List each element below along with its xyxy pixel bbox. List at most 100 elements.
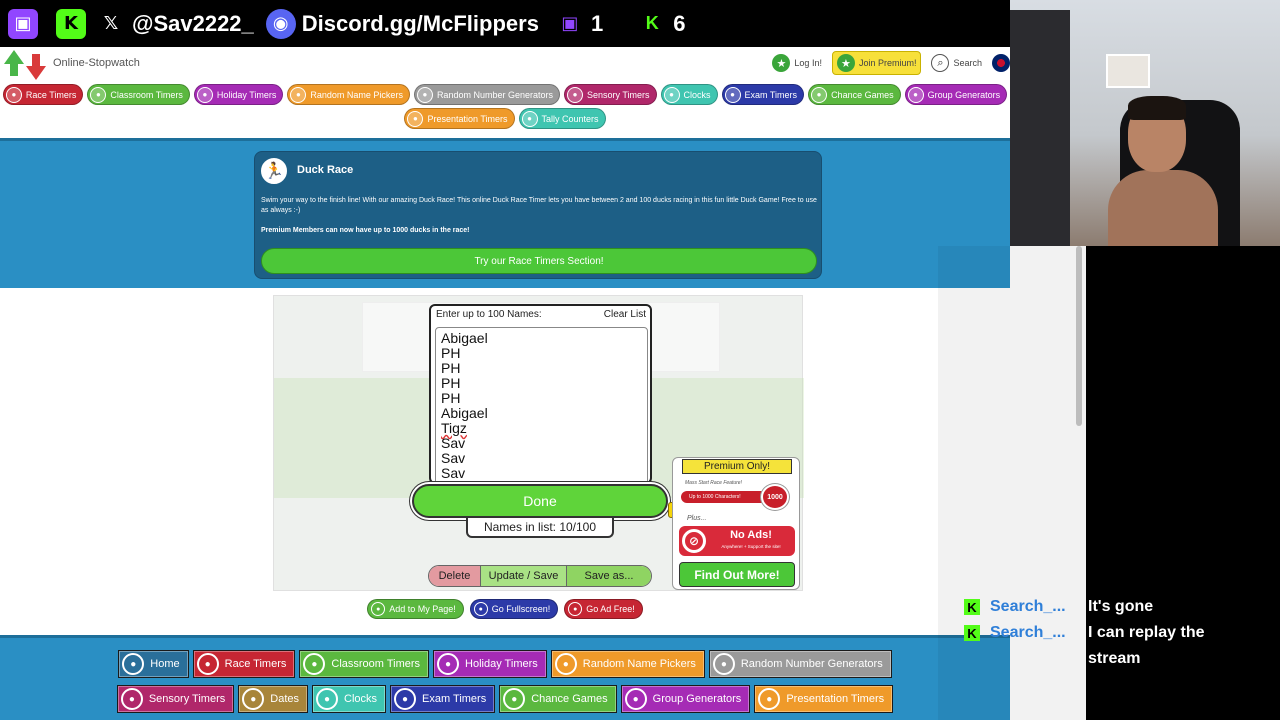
sensory-timers-icon: ●: [567, 86, 583, 103]
nav-classroom-timers-button[interactable]: ● Classroom Timers: [87, 84, 190, 105]
premium-only-header: Premium Only!: [682, 459, 792, 474]
runner-icon: 🏃: [259, 156, 289, 186]
names-textarea[interactable]: Abigael PH PH PH PH Abigael Tigz Sav Sav Sav: [435, 327, 648, 485]
nav-clocks-button[interactable]: ● Clocks: [660, 84, 718, 105]
nav-tally-counters-button[interactable]: ● Tally Counters: [518, 108, 606, 129]
discord-text: Discord.gg/McFlippers: [301, 10, 539, 36]
account-toolbar: ★ Log In! ★ Join Premium! ⌕ Search: [768, 51, 1010, 75]
exam-timers-icon: ●: [394, 688, 417, 710]
page-description: Swim your way to the finish line! With o…: [261, 197, 817, 214]
nav-holiday-timers-button[interactable]: ● Holiday Timers: [193, 84, 284, 105]
find-out-more-button[interactable]: Find Out More!: [679, 562, 795, 587]
nav-label: Group Generators: [652, 693, 742, 705]
twitch-logo: ▣: [8, 8, 44, 39]
nav-label: Race Timers: [224, 658, 287, 670]
nav-classroom-timers-button[interactable]: ● Classroom Timers: [299, 650, 430, 678]
nav-go-fullscreen-button[interactable]: ● Go Fullscreen!: [469, 599, 559, 619]
nav-group-generators-button[interactable]: ● Group Generators: [904, 84, 1008, 105]
list-edit-toolbar: Delete Update / Save Save as...: [428, 565, 652, 587]
dates-icon: ●: [242, 688, 265, 710]
kick-badge-icon: K: [964, 625, 980, 641]
no-ads-title: No Ads!: [730, 529, 772, 541]
no-ads-banner[interactable]: ⊘ No Ads! Anywhere! + Support the site!: [679, 526, 795, 556]
nav-label: Clocks: [683, 89, 711, 100]
site-name[interactable]: Online-Stopwatch: [53, 57, 140, 69]
website: Online-Stopwatch ★ Log In! ★ Join Premiu…: [0, 47, 1010, 720]
chat-username: Search_...: [990, 598, 1066, 615]
nav-presentation-timers-button[interactable]: ● Presentation Timers: [754, 685, 894, 713]
kick-icon: K: [56, 8, 86, 39]
nav-chance-games-button[interactable]: ● Chance Games: [499, 685, 617, 713]
nav-random-number-generators-button[interactable]: ● Random Number Generators: [413, 84, 560, 105]
nav-label: Race Timers: [25, 89, 77, 100]
nav-go-ad-free-button[interactable]: ● Go Ad Free!: [564, 599, 643, 619]
premium-star-icon: ★: [836, 54, 855, 72]
name-entry: Sav: [441, 435, 466, 451]
nav-chance-games-button[interactable]: ● Chance Games: [808, 84, 901, 105]
nav-label: Tally Counters: [541, 113, 599, 124]
kick-viewer-icon: K: [645, 13, 659, 33]
nav-label: Classroom Timers: [331, 658, 421, 670]
nav-exam-timers-button[interactable]: ● Exam Timers: [390, 685, 496, 713]
nav-label: Home: [150, 658, 180, 670]
nav-clocks-button[interactable]: ● Clocks: [312, 685, 387, 713]
join-premium-button[interactable]: ★ Join Premium!: [831, 51, 922, 75]
names-entry-label: Enter up to 100 Names:: [436, 309, 542, 320]
nav-dates-button[interactable]: ● Dates: [238, 685, 309, 713]
twitch-count: 1: [590, 10, 604, 36]
update-save-button[interactable]: Update / Save: [481, 566, 567, 586]
chat-text: It's gone: [1088, 598, 1154, 615]
group-generators-icon: ●: [624, 688, 647, 710]
nav-exam-timers-button[interactable]: ● Exam Timers: [721, 84, 805, 105]
go-ad-free-icon: ●: [568, 602, 583, 616]
duck-race-info-card: 🏃 Duck Race Swim your way to the finish …: [254, 151, 822, 279]
premium-promo-box: Premium Only! Mass Start Race Feature! U…: [672, 457, 800, 590]
category-nav-row2: ● Presentation Timers ● Tally Counters: [0, 108, 1010, 129]
nav-add-to-my-page-button[interactable]: ● Add to My Page!: [367, 599, 464, 619]
add-to-my-page-icon: ●: [371, 602, 386, 616]
site-logo-arrows-icon[interactable]: [4, 50, 46, 86]
name-entry: PH: [441, 345, 461, 361]
tally-counters-icon: ●: [521, 110, 538, 127]
names-count: Names in list: 10/100: [466, 518, 614, 538]
chat-username: Search_...: [990, 624, 1066, 641]
nav-sensory-timers-button[interactable]: ● Sensory Timers: [116, 685, 235, 713]
language-flag-icon[interactable]: [992, 54, 1010, 72]
done-button[interactable]: Done: [412, 484, 668, 518]
nav-random-name-pickers-button[interactable]: ● Random Name Pickers: [550, 650, 705, 678]
go-fullscreen-icon: ●: [473, 602, 488, 616]
name-entry: Abigael: [441, 330, 488, 346]
page-actions-row: ● Add to My Page! ● Go Fullscreen! ● Go Ad Fr…: [0, 599, 1010, 619]
chat-message: K Search_... I can replay the stream: [964, 624, 1238, 672]
nav-label: Random Name Pickers: [582, 658, 696, 670]
screen: ▣ K 𝕏 @Sav2222_ ◉ Discord.gg/McFlippers …: [0, 0, 1280, 720]
nav-race-timers-button[interactable]: ● Race Timers: [192, 650, 296, 678]
nav-random-name-pickers-button[interactable]: ● Random Name Pickers: [287, 84, 410, 105]
nav-race-timers-button[interactable]: ● Race Timers: [2, 84, 84, 105]
home-icon: ●: [122, 653, 145, 675]
hero-banner: 🏃 Duck Race Swim your way to the finish …: [0, 138, 1010, 288]
search-button[interactable]: ⌕ Search: [927, 52, 986, 74]
nav-presentation-timers-button[interactable]: ● Presentation Timers: [404, 108, 515, 129]
login-button[interactable]: ★ Log In!: [768, 52, 826, 74]
chance-games-icon: ●: [811, 86, 828, 103]
nav-random-number-generators-button[interactable]: ● Random Number Generators: [708, 650, 892, 678]
delete-button[interactable]: Delete: [429, 566, 481, 586]
characters-bar: Up to 1000 Characters!: [681, 491, 771, 503]
nav-holiday-timers-button[interactable]: ● Holiday Timers: [433, 650, 547, 678]
random-name-pickers-icon: ●: [554, 653, 577, 675]
nav-label: Chance Games: [831, 89, 894, 100]
chance-games-icon: ●: [503, 688, 526, 710]
nav-label: Group Generators: [927, 89, 1001, 100]
nav-label: Presentation Timers: [427, 113, 508, 124]
clear-list-button[interactable]: Clear List: [604, 309, 646, 320]
arrow-down-icon: [26, 54, 46, 80]
presentation-timers-icon: ●: [758, 688, 781, 710]
save-as-button[interactable]: Save as...: [567, 566, 651, 586]
nav-sensory-timers-button[interactable]: ● Sensory Timers: [564, 84, 657, 105]
1000-badge: 1000: [761, 484, 789, 510]
race-timers-cta-button[interactable]: Try our Race Timers Section!: [261, 248, 817, 274]
nav-home-button[interactable]: ● Home: [118, 650, 189, 678]
nav-label: Go Ad Free!: [586, 604, 635, 614]
nav-group-generators-button[interactable]: ● Group Generators: [620, 685, 751, 713]
